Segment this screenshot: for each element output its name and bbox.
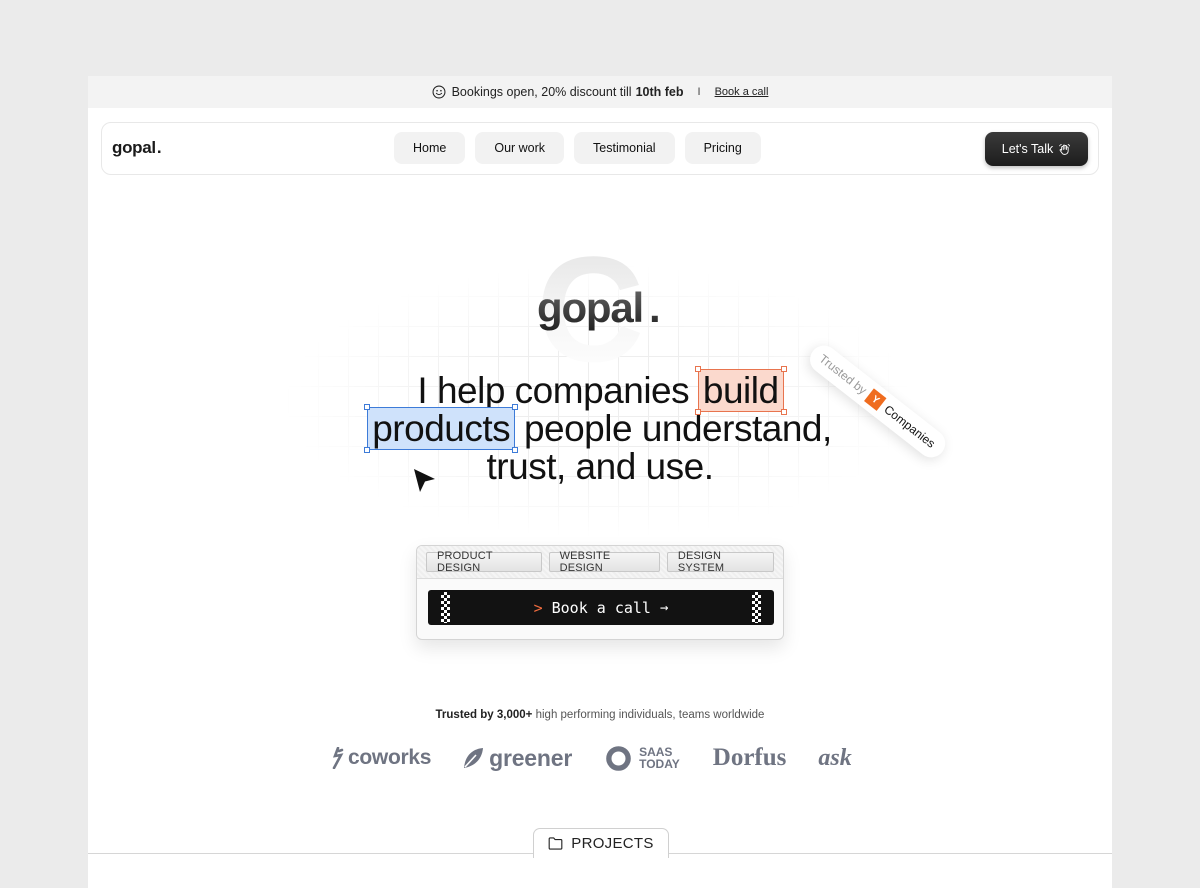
trusted-by-text: Trusted by 3,000+ high performing indivi…: [435, 709, 765, 721]
service-tags: PRODUCT DESIGN WEBSITE DESIGN DESIGN SYS…: [417, 546, 783, 579]
lets-talk-button[interactable]: Let's Talk: [985, 132, 1088, 166]
waving-hand-icon: [1059, 143, 1071, 155]
checker-pattern-right: [752, 592, 761, 623]
projects-label: PROJECTS: [571, 835, 654, 852]
nav-logo[interactable]: gopal.: [112, 138, 162, 158]
page: Bookings open, 20% discount till 10th fe…: [88, 76, 1112, 888]
checker-pattern-left: [441, 592, 450, 623]
hero-logo: gopal.: [537, 284, 660, 331]
projects-tab[interactable]: PROJECTS: [533, 828, 669, 858]
announcement-bar: Bookings open, 20% discount till 10th fe…: [88, 76, 1112, 108]
tag-design-system[interactable]: DESIGN SYSTEM: [666, 550, 774, 574]
brand-saas-today: SAAS TODAY: [605, 745, 680, 772]
announcement-separator: I: [697, 86, 701, 98]
folder-icon: [548, 837, 563, 850]
client-logos: coworks greener SAAS TODAY Dorfus ask: [332, 738, 872, 778]
nav-testimonial[interactable]: Testimonial: [574, 132, 675, 164]
saas-ring-icon: [606, 745, 631, 771]
book-a-call-button[interactable]: > Book a call →: [428, 590, 774, 625]
brand-coworks: coworks: [332, 746, 431, 770]
nav-our-work[interactable]: Our work: [475, 132, 565, 164]
brand-greener: greener: [461, 745, 572, 772]
book-a-call-link[interactable]: Book a call: [715, 86, 769, 98]
tag-product-design[interactable]: PRODUCT DESIGN: [426, 550, 542, 574]
highlight-build: build: [694, 366, 787, 415]
prompt-chevron: >: [533, 598, 543, 617]
cta-card: PRODUCT DESIGN WEBSITE DESIGN DESIGN SYS…: [416, 545, 784, 640]
arrow-right-icon: →: [659, 599, 669, 616]
announcement-date: 10th feb: [635, 85, 684, 99]
nav-pricing[interactable]: Pricing: [684, 132, 761, 164]
lets-talk-label: Let's Talk: [1001, 142, 1054, 156]
book-a-call-label: Book a call: [551, 598, 651, 617]
nav-home[interactable]: Home: [394, 132, 466, 164]
highlight-products: products: [364, 404, 519, 453]
brand-dorfus: Dorfus: [712, 744, 787, 771]
tag-website-design[interactable]: WEBSITE DESIGN: [548, 550, 660, 574]
nav-links: Home Our work Testimonial Pricing: [394, 132, 761, 164]
leaf-icon: [464, 748, 484, 768]
hero-headline: I help companies build products people u…: [250, 366, 950, 486]
coworks-mark-icon: [332, 747, 344, 769]
smiley-icon: [432, 85, 446, 99]
announcement-text: Bookings open, 20% discount till: [451, 85, 632, 99]
cursor-arrow-icon: [414, 469, 435, 492]
brand-ask: ask: [818, 744, 852, 771]
navbar: gopal. Home Our work Testimonial Pricing…: [101, 122, 1099, 175]
